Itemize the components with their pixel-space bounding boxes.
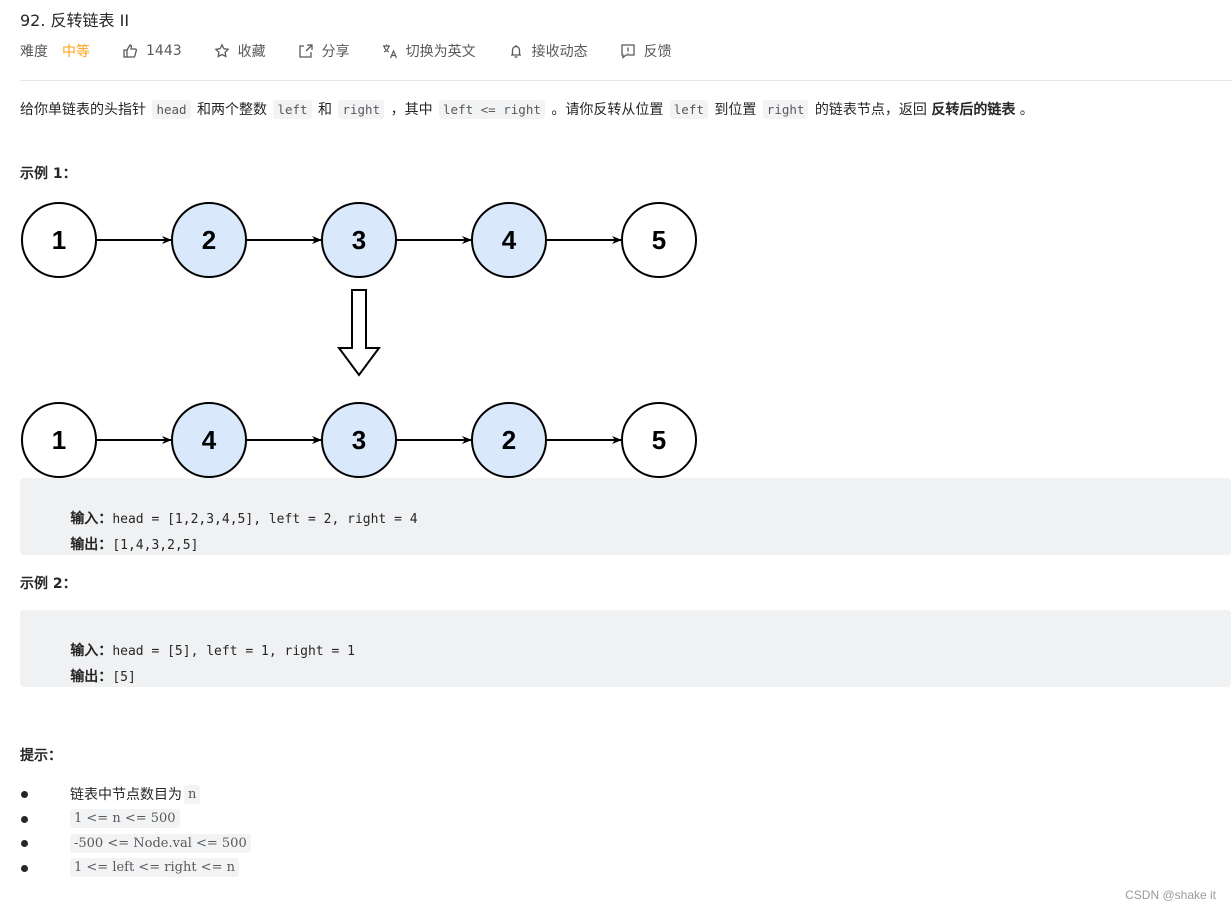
linked-list-diagram: 1 2 3 4 5 1 4 3 2 5 bbox=[21, 202, 697, 478]
inline-code: n bbox=[184, 784, 201, 804]
inline-code: 1 <= n <= 500 bbox=[70, 809, 180, 829]
list-before-reversal: 1 2 3 4 5 bbox=[21, 202, 697, 278]
list-node-value: 2 bbox=[502, 425, 516, 455]
share-button[interactable]: 分享 bbox=[298, 41, 350, 61]
desc-text: 和 bbox=[318, 102, 333, 118]
list-item: 1 <= n <= 500 bbox=[21, 807, 251, 832]
desc-text: 到位置 bbox=[714, 102, 757, 118]
list-item: -500 <= Node.val <= 500 bbox=[21, 831, 251, 856]
example-1-heading: 示例 1： bbox=[20, 166, 77, 182]
inline-code: right bbox=[338, 100, 385, 119]
bullet bbox=[21, 840, 28, 847]
list-item: 链表中节点数目为 n bbox=[21, 782, 251, 807]
inline-code: left <= right bbox=[439, 100, 545, 119]
feedback-icon bbox=[620, 43, 636, 59]
list-node-value: 3 bbox=[352, 225, 366, 255]
feedback-button[interactable]: 反馈 bbox=[620, 41, 672, 61]
constraint-text: 链表中节点数目为 bbox=[70, 787, 182, 804]
bullet bbox=[21, 864, 28, 872]
like-button[interactable]: 1443 bbox=[122, 43, 182, 59]
inline-code: -500 <= Node.val <= 500 bbox=[70, 833, 251, 853]
desc-text: 。 bbox=[1019, 102, 1034, 118]
list-node-value: 1 bbox=[52, 225, 66, 255]
example-2-io-block: 输入：head = [5], left = 1, right = 1 输出：[5… bbox=[20, 610, 1231, 687]
subscribe-label: 接收动态 bbox=[531, 44, 588, 60]
favorite-label: 收藏 bbox=[237, 44, 266, 60]
list-node-value: 1 bbox=[52, 425, 66, 455]
list-node-value: 5 bbox=[652, 425, 666, 455]
desc-text: ，其中 bbox=[390, 102, 433, 118]
output-value: [1,4,3,2,5] bbox=[112, 538, 199, 553]
desc-text: 和两个整数 bbox=[197, 102, 268, 118]
list-node-value: 4 bbox=[202, 425, 217, 455]
switch-language-button[interactable]: 切换为英文 bbox=[382, 41, 476, 61]
translate-icon bbox=[382, 43, 398, 59]
list-after-reversal: 1 4 3 2 5 bbox=[21, 402, 697, 478]
list-item: 1 <= left <= right <= n bbox=[21, 856, 251, 881]
feedback-label: 反馈 bbox=[643, 44, 672, 60]
like-count: 1443 bbox=[146, 43, 182, 59]
watermark: CSDN @shake it bbox=[1125, 888, 1216, 902]
list-node-value: 5 bbox=[652, 225, 666, 255]
difficulty-label: 难度 bbox=[20, 44, 48, 60]
thumbs-up-icon bbox=[122, 43, 138, 59]
output-label: 输出： bbox=[70, 669, 113, 685]
bell-icon bbox=[508, 43, 524, 59]
example-2-heading: 示例 2： bbox=[20, 576, 77, 592]
bullet bbox=[21, 791, 28, 798]
inline-code: left bbox=[273, 100, 312, 119]
problem-title: 92. 反转链表 II bbox=[20, 11, 130, 30]
favorite-button[interactable]: 收藏 bbox=[214, 41, 266, 61]
inline-code: left bbox=[669, 100, 708, 119]
bullet bbox=[21, 815, 28, 823]
input-value: head = [5], left = 1, right = 1 bbox=[112, 644, 355, 659]
output-label: 输出： bbox=[70, 537, 113, 553]
inline-code: 1 <= left <= right <= n bbox=[70, 858, 239, 878]
constraints-list: 链表中节点数目为 n 1 <= n <= 500 -500 <= Node.va… bbox=[21, 782, 251, 881]
hints-heading: 提示： bbox=[20, 748, 62, 764]
subscribe-button[interactable]: 接收动态 bbox=[508, 41, 588, 61]
desc-text: 的链表节点，返回 bbox=[814, 102, 927, 118]
output-value: [5] bbox=[112, 670, 136, 685]
desc-text: 。请你反转从位置 bbox=[551, 102, 664, 118]
share-icon bbox=[298, 43, 314, 59]
list-node-value: 4 bbox=[502, 225, 517, 255]
inline-code: right bbox=[762, 100, 809, 119]
inline-code: head bbox=[152, 100, 191, 119]
problem-meta-bar: 难度 中等 1443 收藏 分享 切换为英文 接收动态 反馈 bbox=[20, 41, 704, 61]
desc-bold-text: 反转后的链表 bbox=[931, 102, 1016, 118]
header-divider bbox=[20, 80, 1232, 81]
list-node-value: 2 bbox=[202, 225, 216, 255]
star-icon bbox=[214, 43, 230, 59]
share-label: 分享 bbox=[321, 44, 350, 60]
switch-language-label: 切换为英文 bbox=[405, 44, 476, 60]
down-arrow-icon bbox=[337, 289, 381, 377]
list-node-value: 3 bbox=[352, 425, 366, 455]
difficulty-badge: 中等 bbox=[62, 44, 90, 60]
example-1-io-block: 输入：head = [1,2,3,4,5], left = 2, right =… bbox=[20, 478, 1231, 555]
problem-description: 给你单链表的头指针 head 和两个整数 left 和 right ，其中 le… bbox=[20, 98, 1034, 122]
desc-text: 给你单链表的头指针 bbox=[20, 102, 146, 118]
